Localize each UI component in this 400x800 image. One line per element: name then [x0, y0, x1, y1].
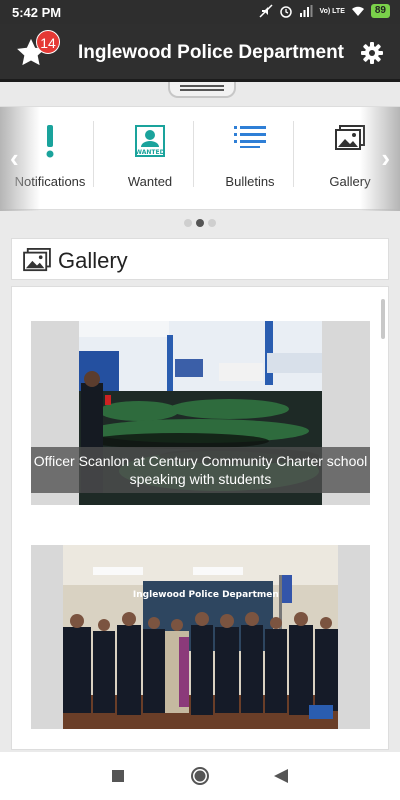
status-icons: Vo) LTE 89	[259, 4, 390, 18]
carousel-label: Bulletins	[225, 174, 275, 189]
recents-button[interactable]	[112, 770, 124, 782]
gallery-caption: Officer Scanlon at Century Community Cha…	[31, 447, 370, 493]
page-dot-active[interactable]	[196, 219, 204, 227]
exclamation-icon	[46, 125, 54, 158]
divider	[193, 121, 194, 187]
page-dot[interactable]	[208, 219, 216, 227]
carousel-page-indicator	[0, 214, 400, 232]
back-button[interactable]	[274, 769, 288, 783]
home-button[interactable]	[190, 766, 210, 786]
signal-icon	[300, 5, 313, 17]
gallery-photo-officers-group: Inglewood Police Department	[63, 545, 338, 729]
list-icon	[234, 126, 266, 148]
gallery-item[interactable]: Inglewood Police Department	[31, 545, 370, 729]
divider	[93, 121, 94, 187]
page-dot[interactable]	[184, 219, 192, 227]
carousel-next-button[interactable]: ›	[360, 107, 400, 211]
carousel-label: Wanted	[127, 174, 173, 189]
feature-carousel: Notifications WANTED Wanted Bulletins Ga…	[0, 106, 400, 211]
alarm-icon	[280, 6, 293, 18]
status-bar: 5:42 PM Vo) LTE 89	[0, 0, 400, 24]
drawer-handle[interactable]	[168, 82, 236, 98]
gear-icon	[361, 42, 383, 64]
scrollbar[interactable]	[381, 299, 385, 339]
carousel-prev-button[interactable]: ‹	[0, 107, 40, 211]
mute-icon	[259, 4, 273, 18]
system-nav-bar	[0, 752, 400, 800]
battery-indicator: 89	[370, 4, 390, 18]
gallery-list[interactable]: Officer Scanlon at Century Community Cha…	[11, 286, 389, 750]
wanted-icon-text: WANTED	[135, 149, 164, 156]
handle-line	[180, 89, 224, 91]
carousel-item-bulletins[interactable]: Bulletins	[200, 107, 300, 211]
app-bar: 14 Inglewood Police Department	[0, 24, 400, 82]
status-time: 5:42 PM	[12, 5, 62, 20]
carousel-item-wanted[interactable]: WANTED Wanted	[100, 107, 200, 211]
chevron-left-icon: ‹	[10, 143, 19, 173]
section-header: Gallery	[11, 238, 389, 280]
settings-button[interactable]	[360, 41, 384, 65]
wanted-poster-icon: WANTED	[135, 125, 165, 157]
section-title: Gallery	[58, 248, 128, 273]
banner-text: Inglewood Police Department	[133, 590, 284, 600]
chevron-right-icon: ›	[381, 143, 390, 173]
handle-line	[180, 85, 224, 87]
gallery-icon	[23, 248, 51, 272]
notification-badge: 14	[36, 30, 60, 54]
network-type: Vo) LTE	[319, 7, 345, 15]
wifi-icon	[351, 6, 364, 16]
app-title: Inglewood Police Department	[77, 42, 345, 63]
divider	[293, 121, 294, 187]
gallery-item[interactable]: Officer Scanlon at Century Community Cha…	[31, 321, 370, 505]
